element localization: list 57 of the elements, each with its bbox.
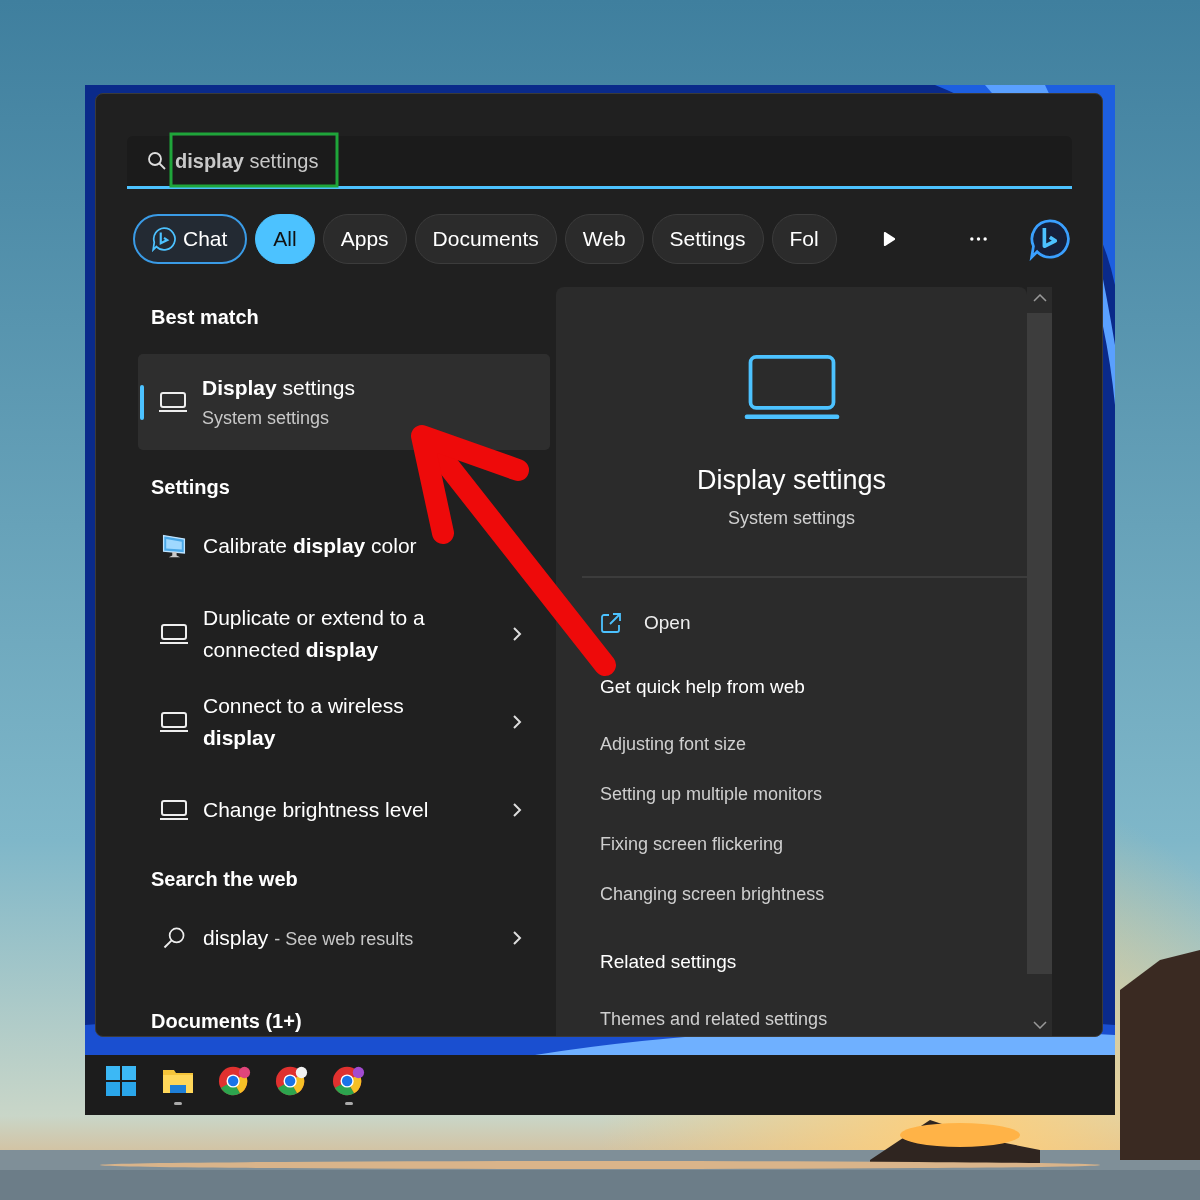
section-heading: Settings (150, 476, 231, 500)
filter-tab[interactable]: Apps (322, 214, 407, 264)
laptop-icon (158, 389, 188, 415)
result-subtitle: System settings (202, 407, 331, 429)
more-icon[interactable] (969, 237, 989, 241)
result-title: Display settings (202, 375, 355, 400)
section-heading: Related settings (600, 951, 738, 973)
search-field[interactable]: display settings (127, 136, 1072, 189)
preview-subtitle: System settings (727, 508, 855, 529)
scroll-up-icon[interactable] (1032, 294, 1047, 302)
chat-tab[interactable]: Chat (133, 214, 248, 264)
scroll-down-icon[interactable] (1032, 1021, 1047, 1029)
chevron-icon (512, 930, 522, 946)
result-title: Change brightness level (203, 797, 430, 823)
help-link[interactable]: Fixing screen flickering (600, 834, 1027, 855)
chevron-icon (512, 714, 522, 730)
play-icon[interactable] (883, 231, 896, 247)
result-title: Calibrate display color (203, 533, 418, 559)
filter-tab[interactable]: Web (564, 214, 644, 264)
section-heading: Best match (150, 306, 260, 330)
result-item[interactable]: Display settings System settings (138, 354, 550, 450)
open-external-icon (600, 612, 622, 634)
result-subtitle: - See web results (274, 928, 414, 949)
browser-icon[interactable] (332, 1065, 366, 1097)
browser-icon[interactable] (275, 1065, 309, 1097)
help-link[interactable]: Changing screen brightness (600, 884, 1027, 905)
result-item[interactable]: Change brightness level (138, 778, 550, 842)
bing-icon (151, 226, 177, 252)
section-heading: Get quick help from web (600, 676, 806, 698)
open-action[interactable]: Open (600, 612, 1027, 634)
settings-link[interactable]: Themes and related settings (600, 1009, 1027, 1030)
section-heading: Documents (1+) (150, 1010, 303, 1034)
filter-tab[interactable]: Settings (651, 214, 764, 264)
laptop-icon (159, 797, 189, 823)
result-title: display (203, 925, 269, 949)
result-item[interactable]: Duplicate or extend to a connected display (138, 602, 550, 666)
chevron-icon (512, 626, 522, 642)
section-heading: Search the web (150, 868, 299, 892)
chevron-icon (512, 802, 522, 818)
laptop-icon (159, 709, 189, 735)
search-icon (147, 151, 167, 171)
preview-title: Display settings (696, 465, 887, 496)
filter-tab[interactable]: Fol (771, 214, 837, 264)
result-title: Connect to a wireless display (203, 693, 405, 751)
result-title: Duplicate or extend to a connected display (203, 605, 426, 663)
filter-tab[interactable]: Documents (414, 214, 557, 264)
browser-icon[interactable] (218, 1065, 252, 1097)
filter-tab[interactable]: All (255, 214, 315, 264)
laptop-icon (159, 621, 189, 647)
bing-icon[interactable] (1028, 216, 1072, 262)
scrollbar[interactable] (1027, 287, 1052, 1036)
result-item[interactable]: display - See web results (138, 906, 550, 970)
result-item[interactable]: Connect to a wireless display (138, 690, 550, 754)
windows-icon[interactable] (104, 1065, 138, 1097)
help-link[interactable]: Adjusting font size (600, 734, 1027, 755)
result-item[interactable]: Calibrate display color (138, 514, 550, 578)
help-link[interactable]: Setting up multiple monitors (600, 784, 1027, 805)
